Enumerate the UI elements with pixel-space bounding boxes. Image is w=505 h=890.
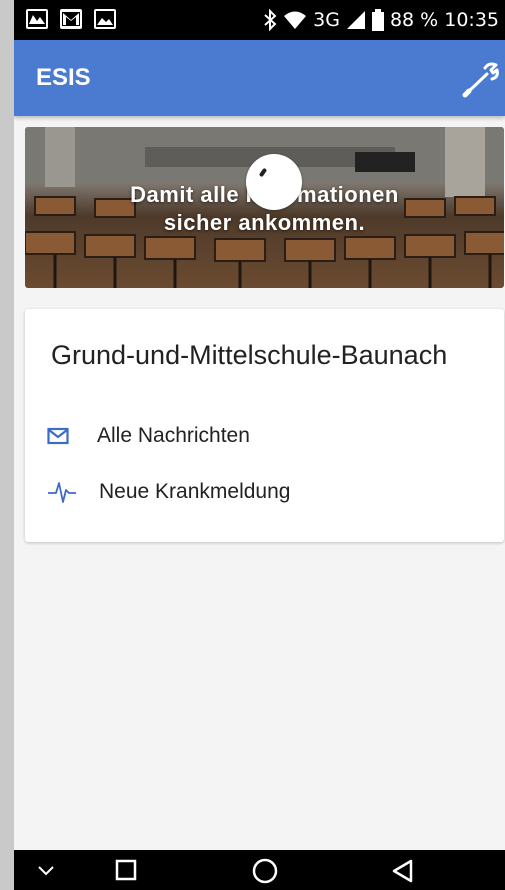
loading-spinner [246,154,302,210]
app-title: ESIS [36,64,91,91]
wifi-icon [284,11,307,29]
school-card: Grund-und-Mittelschule-Baunach Alle Nach… [25,309,504,542]
all-messages-item[interactable]: Alle Nachrichten [47,424,250,448]
system-nav-bar [14,850,505,890]
status-bar: 3G 88 % 10:35 [14,0,505,40]
new-sick-note-label: Neue Krankmeldung [99,480,291,503]
back-icon[interactable] [390,858,416,884]
all-messages-label: Alle Nachrichten [97,424,250,447]
chevron-down-icon[interactable] [34,858,58,882]
school-name: Grund-und-Mittelschule-Baunach [51,340,448,370]
home-icon[interactable] [251,858,279,884]
new-sick-note-item[interactable]: Neue Krankmeldung [47,479,290,505]
recents-icon[interactable] [114,858,138,882]
banner-line-2: sicher ankommen. [163,210,366,235]
battery-icon [371,9,384,31]
heartbeat-icon [48,482,76,503]
signal-icon [346,11,365,29]
network-type: 3G [313,9,340,31]
banner-image: Damit alle Informationen sicher ankommen… [25,127,504,288]
gallery-notification-icon [26,9,48,29]
clock: 10:35 [444,9,499,31]
battery-percentage: 88 % [389,9,439,31]
image-notification-icon [94,9,116,29]
phone-screen: 3G 88 % 10:35 ESIS Damit alle Informatio… [14,0,505,890]
app-bar: ESIS [14,40,505,116]
gmail-notification-icon [60,9,82,29]
bluetooth-icon [264,9,277,31]
wrench-icon[interactable] [461,60,501,100]
mail-icon [47,427,69,445]
